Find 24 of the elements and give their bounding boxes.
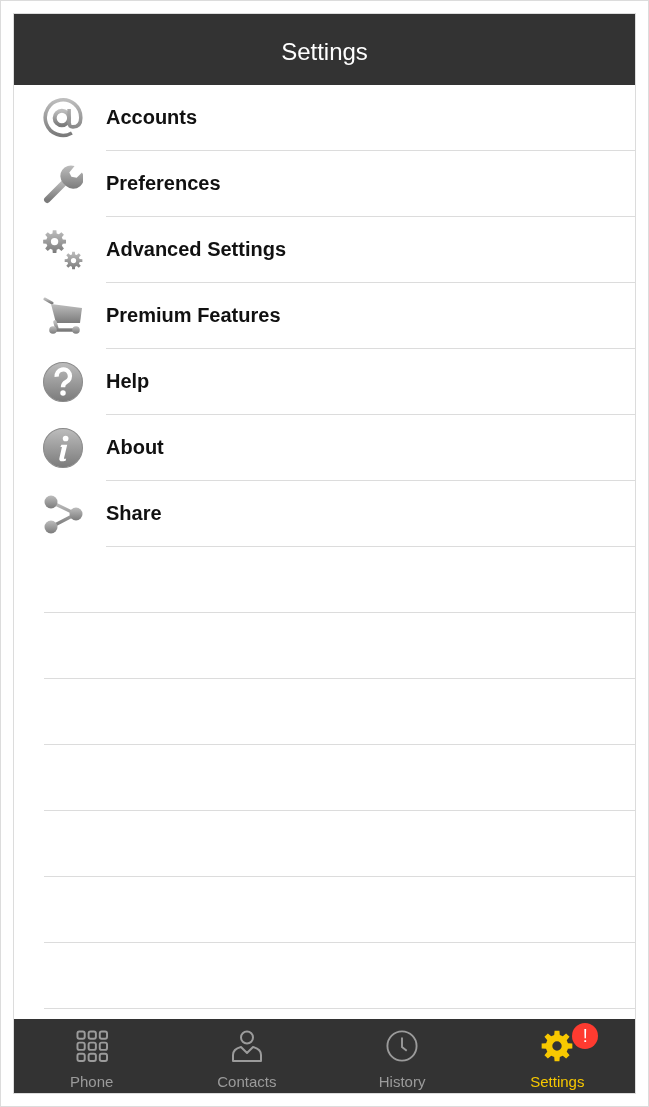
tab[interactable]: Phone: [14, 1019, 170, 1093]
keypad-icon: [75, 1030, 108, 1062]
menu-item[interactable]: Accounts: [14, 85, 635, 151]
menu-item[interactable]: Help: [14, 349, 635, 415]
at-sign-icon: [43, 98, 83, 138]
page-title: Settings: [281, 37, 368, 66]
share-icon: [43, 494, 83, 534]
tab[interactable]: History: [324, 1019, 480, 1093]
wrench-icon: [43, 164, 83, 204]
gears-icon: [43, 230, 83, 270]
tab[interactable]: Contacts: [169, 1019, 325, 1093]
help-icon: [43, 362, 83, 402]
person-icon: [230, 1030, 263, 1062]
tab[interactable]: ! Settings: [479, 1019, 635, 1093]
clock-icon: [386, 1030, 419, 1062]
menu-item[interactable]: About: [14, 415, 635, 481]
settings-icon: [541, 1030, 574, 1062]
menu-item[interactable]: Preferences: [14, 151, 635, 217]
shopping-cart-icon: [43, 296, 83, 336]
menu-item[interactable]: Advanced Settings: [14, 217, 635, 283]
info-icon: [43, 428, 83, 468]
menu-item[interactable]: Share: [14, 481, 635, 547]
menu-item[interactable]: Premium Features: [14, 283, 635, 349]
notification-badge: !: [572, 1023, 599, 1049]
